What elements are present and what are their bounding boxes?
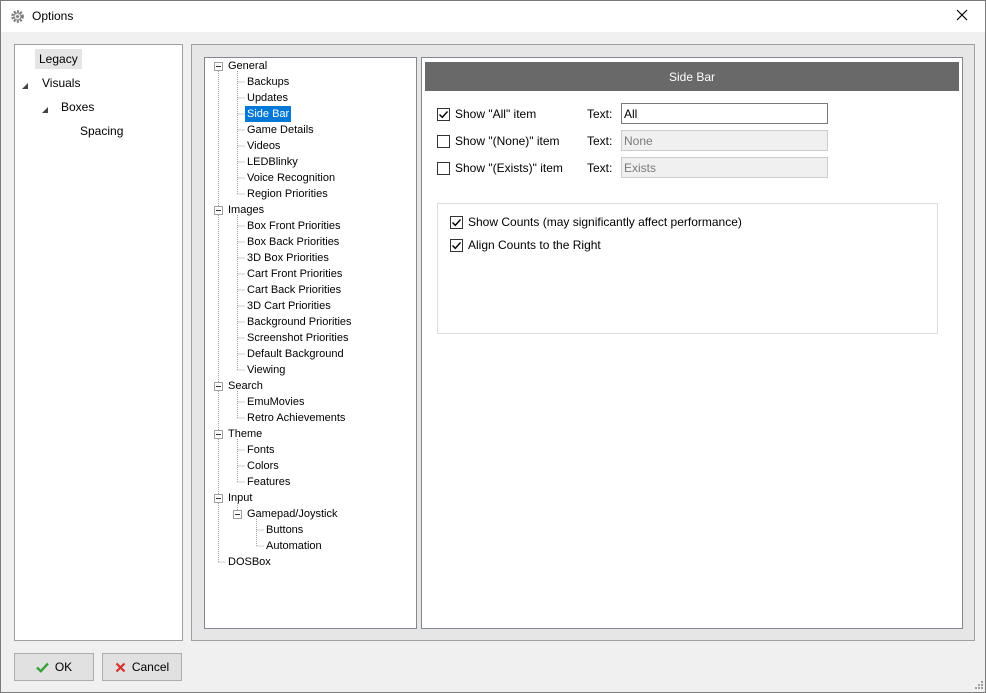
checkbox-label: Show "(None)" item (455, 134, 560, 148)
tree-node-search[interactable]: Search (226, 378, 265, 394)
checkbox-label: Align Counts to the Right (468, 238, 601, 252)
checkmark-icon (35, 662, 49, 673)
counts-group-box: Show Counts (may significantly affect pe… (437, 203, 938, 334)
tree-node-gamepad-joystick[interactable]: Gamepad/Joystick (245, 506, 339, 522)
left-tree-item-label: Spacing (80, 124, 124, 138)
tree-node-screenshot-priorities[interactable]: Screenshot Priorities (245, 330, 351, 346)
tree-node-cart-back-priorities[interactable]: Cart Back Priorities (245, 282, 343, 298)
left-tree-item-label: Visuals (42, 76, 81, 90)
close-icon (956, 9, 968, 24)
tree-node-box-front-priorities[interactable]: Box Front Priorities (245, 218, 343, 234)
expanded-arrow-icon[interactable] (21, 79, 29, 89)
tree-node-dosbox[interactable]: DOSBox (226, 554, 273, 570)
left-tree-item-label: Legacy (39, 52, 78, 66)
tree-node-side-bar[interactable]: Side Bar (245, 106, 292, 122)
show-all-text-input[interactable] (621, 103, 828, 124)
align-counts-right-checkbox[interactable]: Align Counts to the Right (450, 237, 601, 253)
tree-node-viewing[interactable]: Viewing (245, 362, 287, 378)
tree-node-retro-achievements[interactable]: Retro Achievements (245, 410, 347, 426)
tree-node-default-background[interactable]: Default Background (245, 346, 346, 362)
ok-button[interactable]: OK (14, 653, 94, 681)
text-field-label: Text: (587, 134, 613, 148)
ok-button-label: OK (54, 660, 73, 674)
cancel-button[interactable]: Cancel (102, 653, 182, 681)
tree-node-cart-front-priorities[interactable]: Cart Front Priorities (245, 266, 344, 282)
show-counts-checkbox[interactable]: Show Counts (may significantly affect pe… (450, 214, 742, 230)
text-field-label: Text: (587, 161, 613, 175)
tree-node-backups[interactable]: Backups (245, 74, 291, 90)
close-button[interactable] (939, 1, 985, 32)
show-exists-text-input[interactable] (621, 157, 828, 178)
checkmark-icon (452, 218, 462, 226)
tree-node-region-priorities[interactable]: Region Priorities (245, 186, 330, 202)
tree-node-voice-recognition[interactable]: Voice Recognition (245, 170, 337, 186)
left-tree-item-legacy[interactable]: Legacy (35, 49, 82, 69)
checkbox-label: Show "(Exists)" item (455, 161, 563, 175)
left-tree-item-visuals[interactable]: Visuals (42, 73, 80, 93)
left-tree-item-boxes[interactable]: Boxes (61, 97, 94, 117)
show-none-item-checkbox[interactable]: Show "(None)" item (437, 133, 560, 149)
checkbox-label: Show Counts (may significantly affect pe… (468, 215, 742, 229)
tree-node-videos[interactable]: Videos (245, 138, 282, 154)
tree-node-ledblinky[interactable]: LEDBlinky (245, 154, 300, 170)
tree-node-game-details[interactable]: Game Details (245, 122, 316, 138)
tree-node-background-priorities[interactable]: Background Priorities (245, 314, 354, 330)
checkbox-box[interactable] (437, 134, 450, 148)
tree-node-updates[interactable]: Updates (245, 90, 290, 106)
show-exists-item-checkbox[interactable]: Show "(Exists)" item (437, 160, 563, 176)
show-none-text-input[interactable] (621, 130, 828, 151)
category-tree: General Backups Updates Side Bar Game De… (204, 57, 417, 629)
tree-node-3d-box-priorities[interactable]: 3D Box Priorities (245, 250, 331, 266)
tree-node-emumovies[interactable]: EmuMovies (245, 394, 306, 410)
tree-node-theme[interactable]: Theme (226, 426, 264, 442)
tree-node-colors[interactable]: Colors (245, 458, 281, 474)
left-tree-item-label: Boxes (61, 100, 95, 114)
tree-node-input[interactable]: Input (226, 490, 254, 506)
tree-node-fonts[interactable]: Fonts (245, 442, 277, 458)
checkbox-box[interactable] (450, 215, 463, 229)
tree-node-images[interactable]: Images (226, 202, 266, 218)
checkmark-icon (439, 110, 449, 118)
checkmark-icon (452, 241, 462, 249)
left-navigation-tree: Legacy Visuals Boxes Spacing (14, 44, 183, 641)
expanded-arrow-icon[interactable] (41, 103, 49, 113)
checkbox-label: Show "All" item (455, 107, 537, 121)
checkbox-box[interactable] (437, 161, 450, 175)
resize-grip-icon[interactable] (973, 680, 983, 690)
title-bar: Options (1, 1, 985, 32)
tree-node-box-back-priorities[interactable]: Box Back Priorities (245, 234, 341, 250)
tree-node-automation[interactable]: Automation (264, 538, 324, 554)
options-window: Options Legacy Visuals Boxes Spacing Gen… (0, 0, 986, 693)
tree-node-3d-cart-priorities[interactable]: 3D Cart Priorities (245, 298, 333, 314)
checkbox-box[interactable] (450, 238, 463, 252)
window-title: Options (32, 9, 74, 23)
main-panel: General Backups Updates Side Bar Game De… (191, 44, 975, 641)
show-all-item-checkbox[interactable]: Show "All" item (437, 106, 536, 122)
settings-content: Side Bar Show "All" item Text: Show "(No… (421, 57, 963, 629)
tree-node-features[interactable]: Features (245, 474, 292, 490)
x-icon (115, 662, 126, 673)
left-tree-item-spacing[interactable]: Spacing (80, 121, 123, 141)
section-header: Side Bar (425, 62, 959, 91)
tree-node-buttons[interactable]: Buttons (264, 522, 305, 538)
tree-node-general[interactable]: General (226, 58, 269, 74)
text-field-label: Text: (587, 107, 613, 121)
cancel-button-label: Cancel (131, 660, 170, 674)
checkbox-box[interactable] (437, 107, 450, 121)
gear-icon (10, 9, 25, 24)
